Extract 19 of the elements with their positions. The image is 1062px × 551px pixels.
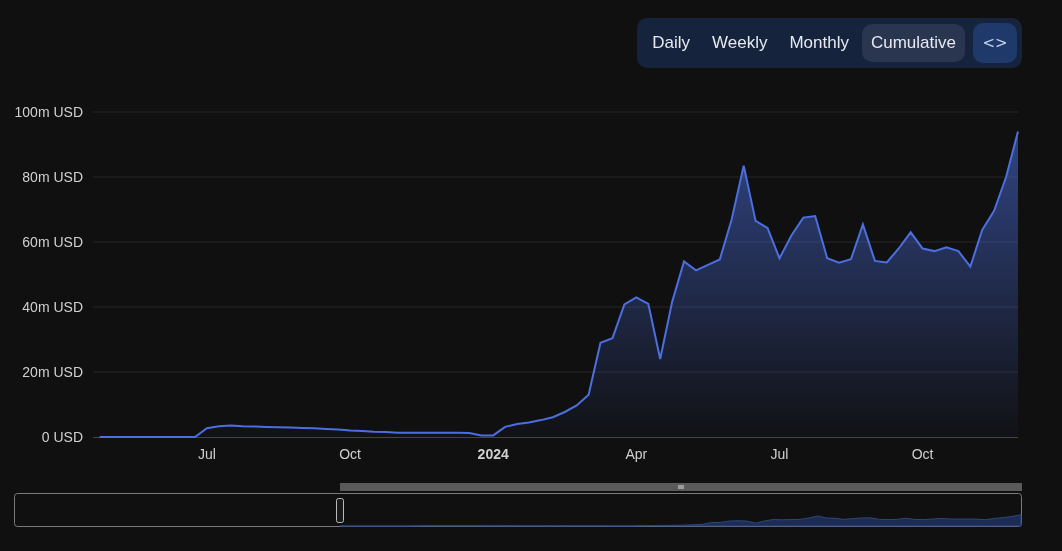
embed-button[interactable]: <> bbox=[973, 23, 1017, 63]
y-axis-label: 100m USD bbox=[14, 104, 83, 120]
x-axis-label: 2024 bbox=[477, 446, 509, 462]
period-tab[interactable]: Weekly bbox=[703, 24, 777, 62]
period-tab[interactable]: Monthly bbox=[780, 24, 858, 62]
y-axis-label: 20m USD bbox=[22, 364, 83, 380]
x-axis-label: Apr bbox=[625, 446, 648, 462]
y-axis-label: 80m USD bbox=[22, 169, 83, 185]
period-tab[interactable]: Daily bbox=[643, 24, 699, 62]
period-tab[interactable]: Cumulative bbox=[861, 24, 965, 62]
x-axis-label: Jul bbox=[198, 446, 216, 462]
y-axis-label: 0 USD bbox=[41, 429, 83, 445]
y-axis-label: 40m USD bbox=[22, 299, 83, 315]
x-axis-label: Jul bbox=[770, 446, 789, 462]
scrollbar[interactable] bbox=[340, 483, 1022, 491]
x-axis-label: Oct bbox=[339, 446, 361, 462]
x-axis-label: Oct bbox=[911, 446, 934, 462]
range-handle[interactable] bbox=[336, 498, 344, 523]
y-axis-label: 60m USD bbox=[22, 234, 83, 250]
